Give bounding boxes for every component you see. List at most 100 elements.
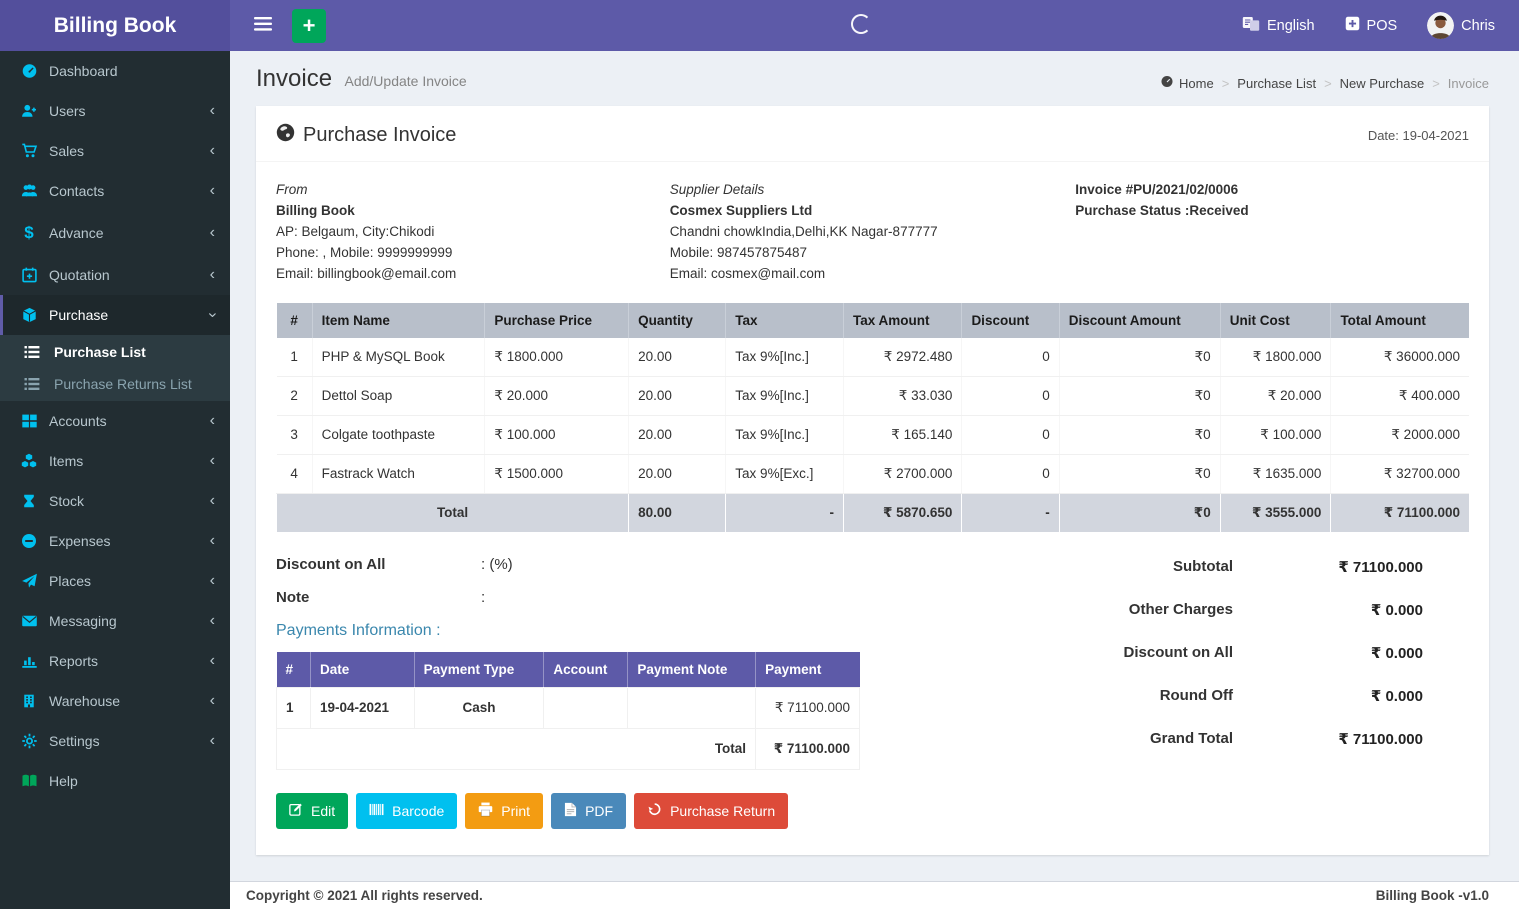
- cell: Cash: [413, 686, 545, 729]
- from-block: From Billing Book AP: Belgaum, City:Chik…: [276, 180, 670, 285]
- cell: Tax 9%[Inc.]: [725, 337, 844, 377]
- chevron-left-icon: ‹: [209, 612, 215, 629]
- payments-header-row: # Date Payment Type Account Payment Note…: [276, 651, 860, 688]
- summary-value: ₹ 0.000: [1370, 687, 1423, 705]
- user-plus-icon: [18, 103, 40, 119]
- sidebar-item-items[interactable]: Items ‹: [0, 441, 230, 481]
- sidebar-toggle-button[interactable]: [242, 7, 284, 44]
- purchase-return-button[interactable]: Purchase Return: [634, 792, 789, 829]
- dashboard-icon: [18, 63, 40, 79]
- pdf-button[interactable]: PDF: [551, 792, 627, 829]
- cell: ₹ 1800.000: [484, 337, 629, 377]
- column-header: Item Name: [311, 302, 485, 338]
- cell: ₹0: [1058, 454, 1221, 494]
- sidebar-item-reports[interactable]: Reports ‹: [0, 641, 230, 681]
- sidebar-item-accounts[interactable]: Accounts ‹: [0, 401, 230, 441]
- plus-square-icon: [1345, 16, 1360, 35]
- sidebar-label: Expenses: [49, 533, 111, 549]
- sidebar-item-help[interactable]: Help: [0, 761, 230, 801]
- cell: 0: [961, 376, 1060, 416]
- sidebar-label: Users: [49, 103, 86, 119]
- table-row: 1 PHP & MySQL Book ₹ 1800.000 20.00 Tax …: [276, 337, 1469, 377]
- cell: 0: [961, 337, 1060, 377]
- sidebar-item-users[interactable]: Users ‹: [0, 91, 230, 131]
- edit-button[interactable]: Edit: [276, 792, 349, 829]
- invoice-info: From Billing Book AP: Belgaum, City:Chik…: [256, 162, 1489, 299]
- chevron-left-icon: ‹: [209, 142, 215, 159]
- sidebar-item-dashboard[interactable]: Dashboard: [0, 51, 230, 91]
- sidebar-item-stock[interactable]: Stock ‹: [0, 481, 230, 521]
- print-button[interactable]: Print: [465, 792, 544, 829]
- cell: ₹ 2000.000: [1330, 415, 1469, 455]
- cell: ₹ 2700.000: [842, 454, 962, 494]
- from-heading: From: [276, 182, 308, 197]
- envelope-icon: [18, 613, 40, 629]
- cell: ₹ 5870.650: [842, 493, 962, 532]
- sidebar-item-messaging[interactable]: Messaging ‹: [0, 601, 230, 641]
- breadcrumb-home[interactable]: Home: [1160, 75, 1214, 91]
- chevron-left-icon: ‹: [209, 224, 215, 241]
- undo-icon: [647, 802, 662, 819]
- sidebar-item-advance[interactable]: $ Advance ‹: [0, 211, 230, 255]
- barcode-button[interactable]: Barcode: [356, 792, 458, 829]
- cell: Tax 9%[Inc.]: [725, 376, 844, 416]
- cubes-icon: [18, 453, 40, 469]
- cell: 3: [276, 415, 313, 455]
- from-phone: Phone: , Mobile: 9999999999: [276, 244, 453, 260]
- chevron-left-icon: ‹: [209, 492, 215, 509]
- column-header: #: [276, 651, 311, 688]
- column-header: Account: [543, 651, 628, 688]
- summary-label: Grand Total: [1149, 729, 1233, 747]
- column-header: Tax Amount: [842, 302, 962, 338]
- breadcrumb-new-purchase[interactable]: New Purchase: [1340, 76, 1425, 91]
- sidebar-item-sales[interactable]: Sales ‹: [0, 131, 230, 171]
- sidebar-item-purchase[interactable]: Purchase ‹: [0, 295, 230, 335]
- sidebar-item-purchase-list[interactable]: Purchase List: [0, 336, 230, 368]
- sidebar-item-contacts[interactable]: Contacts ‹: [0, 171, 230, 211]
- cell: ₹ 36000.000: [1330, 337, 1469, 377]
- cell: 0: [961, 454, 1060, 494]
- page-title: Invoice: [256, 65, 333, 92]
- chevron-left-icon: ‹: [209, 652, 215, 669]
- sidebar-item-expenses[interactable]: Expenses ‹: [0, 521, 230, 561]
- breadcrumb: Home > Purchase List > New Purchase > In…: [1160, 75, 1489, 91]
- book-icon: [18, 773, 40, 789]
- breadcrumb-purchase-list[interactable]: Purchase List: [1237, 76, 1316, 91]
- table-row: 2 Dettol Soap ₹ 20.000 20.00 Tax 9%[Inc.…: [276, 376, 1469, 416]
- sidebar-item-places[interactable]: Places ‹: [0, 561, 230, 601]
- discount-on-all-label: Discount on All: [276, 555, 386, 573]
- column-header: Purchase Price: [484, 302, 629, 338]
- supplier-block: Supplier Details Cosmex Suppliers Ltd Ch…: [670, 180, 1076, 285]
- table-row: 4 Fastrack Watch ₹ 1500.000 20.00 Tax 9%…: [276, 454, 1469, 494]
- barcode-icon: [369, 803, 384, 819]
- chevron-left-icon: ‹: [209, 182, 215, 199]
- summary-value: ₹ 71100.000: [1338, 730, 1423, 748]
- cell: ₹ 20.000: [1219, 376, 1331, 416]
- add-new-button[interactable]: +: [292, 8, 326, 43]
- payments-title: Payments Information :: [276, 621, 441, 639]
- list-icon: [24, 377, 44, 391]
- user-menu[interactable]: Chris: [1427, 12, 1495, 39]
- summary-label: Subtotal: [1173, 557, 1233, 575]
- cell: Tax 9%[Exc.]: [725, 454, 844, 494]
- sidebar-label: Advance: [49, 225, 104, 241]
- language-icon: [1242, 16, 1260, 36]
- pos-button[interactable]: POS: [1345, 16, 1397, 35]
- page-subtitle: Add/Update Invoice: [344, 73, 467, 89]
- sidebar-label: Messaging: [49, 613, 117, 629]
- language-menu[interactable]: English: [1242, 16, 1315, 36]
- sidebar-item-warehouse[interactable]: Warehouse ‹: [0, 681, 230, 721]
- supplier-phone: Mobile: 987457875487: [669, 244, 808, 260]
- sidebar-item-quotation[interactable]: Quotation ‹: [0, 255, 230, 295]
- cell: ₹ 400.000: [1330, 376, 1469, 416]
- sidebar-label: Help: [49, 773, 78, 789]
- summary-row-other-charges: Other Charges ₹ 0.000: [1029, 601, 1423, 619]
- sidebar-item-settings[interactable]: Settings ‹: [0, 721, 230, 761]
- app-brand[interactable]: Billing Book: [0, 0, 230, 51]
- sidebar-label: Purchase Returns List: [54, 376, 192, 392]
- discount-on-all-row: Discount on All : (%): [276, 556, 861, 573]
- cell: Tax 9%[Inc.]: [725, 415, 844, 455]
- sidebar-item-purchase-returns-list[interactable]: Purchase Returns List: [0, 368, 230, 400]
- breadcrumb-current: Invoice: [1447, 75, 1489, 91]
- sidebar-label: Purchase: [49, 307, 109, 323]
